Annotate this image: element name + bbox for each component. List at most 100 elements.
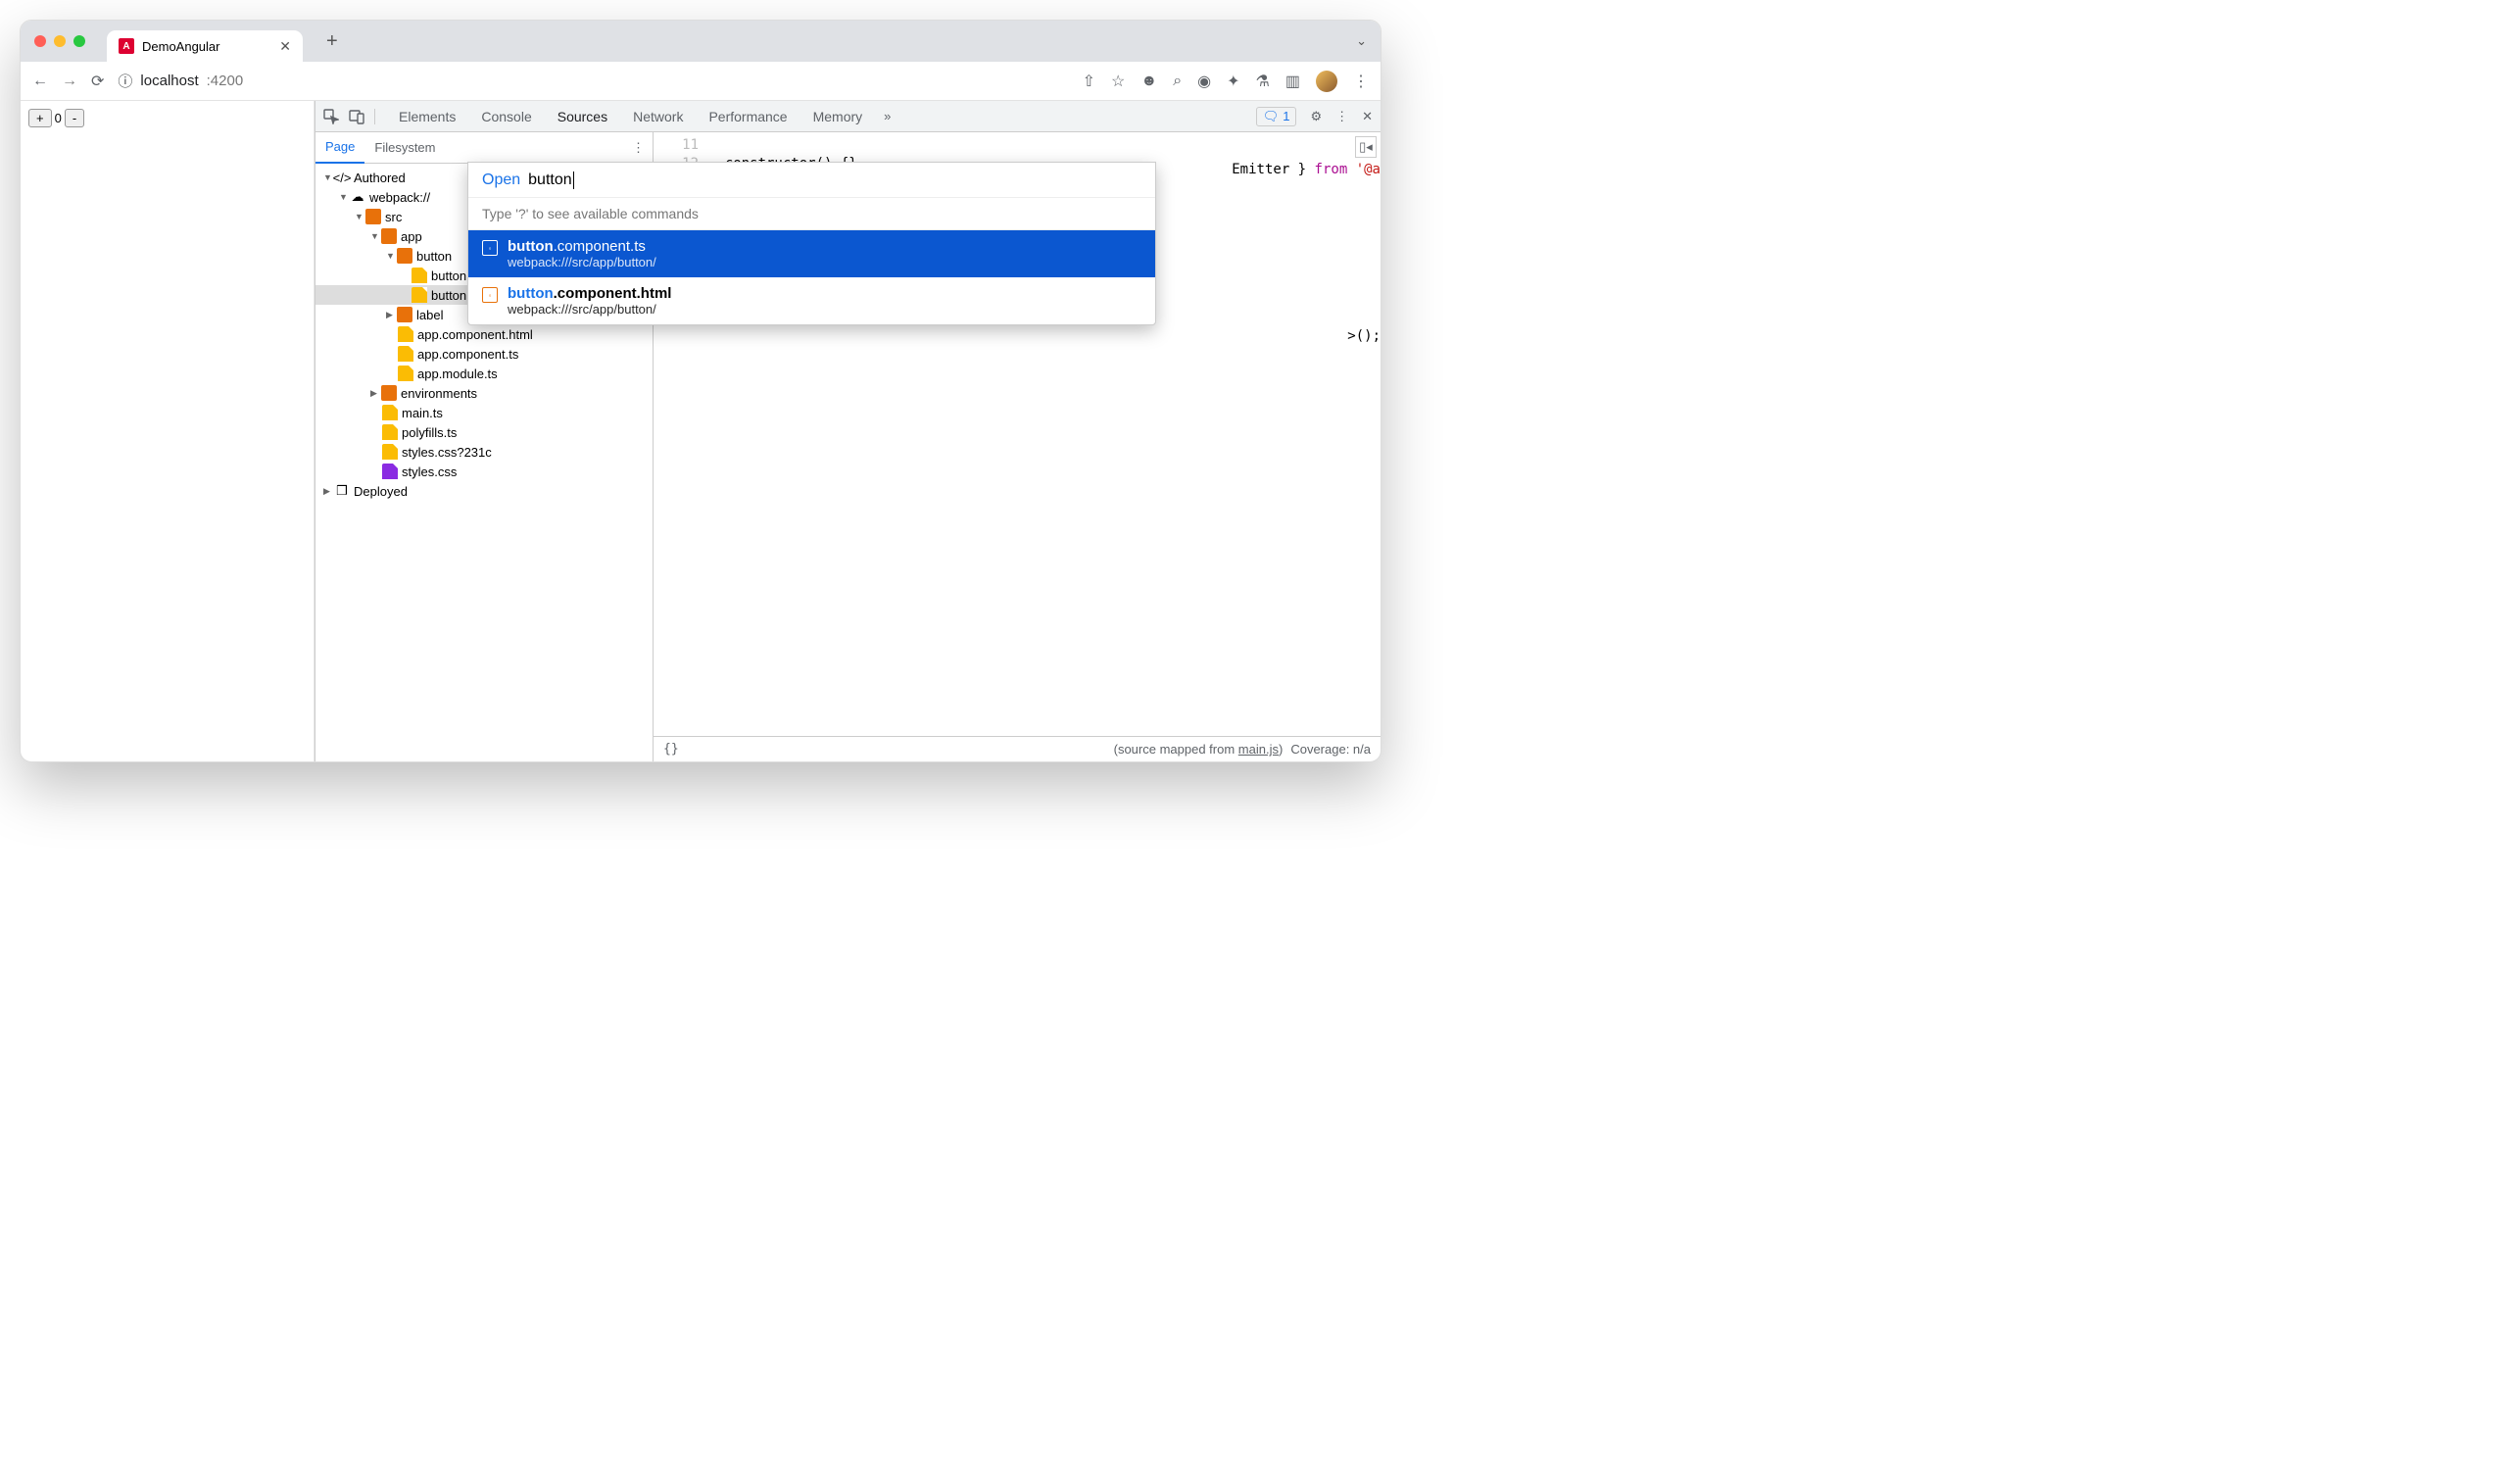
- url-port: :4200: [207, 73, 244, 89]
- deployed-icon: ❒: [334, 483, 350, 499]
- folder-icon: [397, 248, 412, 264]
- decrement-button[interactable]: -: [65, 109, 84, 127]
- tree-styles[interactable]: styles.css: [315, 462, 653, 481]
- tree-main[interactable]: main.ts: [315, 403, 653, 422]
- file-icon: [412, 287, 427, 303]
- navigator-more-button[interactable]: ⋮: [632, 140, 653, 156]
- inspect-element-icon[interactable]: [323, 109, 339, 124]
- file-icon: [398, 366, 413, 381]
- sources-panes: Page Filesystem ⋮ ▼</>Authored ▼☁webpack…: [315, 132, 1381, 761]
- devtools-tabbar: Elements Console Sources Network Perform…: [315, 101, 1381, 132]
- quick-open-dialog: Open button Type '?' to see available co…: [467, 162, 1156, 325]
- quick-open-input-row: Open button: [468, 163, 1155, 198]
- tab-elements[interactable]: Elements: [387, 102, 467, 131]
- tabs-menu-button[interactable]: ⌄: [1356, 33, 1367, 49]
- extension-icon-3[interactable]: ◉: [1197, 72, 1211, 91]
- file-icon: [382, 424, 398, 440]
- rendered-page: + 0 -: [21, 101, 315, 761]
- tree-app-ts[interactable]: app.component.ts: [315, 344, 653, 364]
- tab-console[interactable]: Console: [469, 102, 543, 131]
- code-fragment-mid: >();: [1347, 328, 1381, 344]
- devtools-panel: Elements Console Sources Network Perform…: [315, 101, 1381, 761]
- issues-icon: 🗨: [1263, 109, 1280, 124]
- address-bar: ← → ⟳ ⓘ localhost :4200 ⇧ ☆ ☻ ⌕ ◉ ✦ ⚗ ▥ ⋮: [21, 62, 1381, 101]
- issues-button[interactable]: 🗨 1: [1256, 107, 1297, 126]
- traffic-lights: [34, 35, 85, 47]
- quick-open-prompt: Open: [482, 171, 520, 189]
- file-icon: [398, 326, 413, 342]
- side-panel-icon[interactable]: ▥: [1285, 72, 1300, 91]
- new-tab-button[interactable]: +: [326, 30, 338, 53]
- script-file-icon: ◦: [482, 240, 498, 256]
- quick-open-result-0[interactable]: ◦ button.component.ts webpack:///src/app…: [468, 230, 1155, 277]
- chrome-menu-button[interactable]: ⋮: [1353, 72, 1369, 91]
- file-icon: [412, 268, 427, 283]
- extension-icon-1[interactable]: ☻: [1140, 73, 1157, 90]
- reload-button[interactable]: ⟳: [91, 72, 104, 91]
- angular-favicon: A: [119, 38, 134, 54]
- folder-icon: [381, 228, 397, 244]
- navigator-tab-page[interactable]: Page: [315, 132, 364, 164]
- navigator-tabs: Page Filesystem ⋮: [315, 132, 653, 164]
- navigator-tab-filesystem[interactable]: Filesystem: [364, 132, 445, 163]
- url-field[interactable]: ⓘ localhost :4200: [118, 71, 243, 91]
- cloud-icon: ☁: [350, 189, 365, 205]
- devtools-close-button[interactable]: ✕: [1362, 109, 1373, 124]
- close-window-button[interactable]: [34, 35, 46, 47]
- folder-icon: [365, 209, 381, 224]
- browser-tab[interactable]: A DemoAngular ✕: [107, 30, 303, 62]
- code-fragment-top: Emitter } from '@a: [1232, 162, 1381, 177]
- labs-icon[interactable]: ⚗: [1256, 72, 1270, 91]
- code-icon: </>: [334, 170, 350, 185]
- devtools-menu-button[interactable]: ⋮: [1335, 109, 1348, 124]
- site-info-icon[interactable]: ⓘ: [118, 71, 132, 91]
- tree-env[interactable]: ▶environments: [315, 383, 653, 403]
- back-button[interactable]: ←: [32, 73, 48, 90]
- tree-deployed[interactable]: ▶❒Deployed: [315, 481, 653, 501]
- source-map-info: (source mapped from main.js): [1114, 742, 1284, 757]
- tab-network[interactable]: Network: [621, 102, 695, 131]
- file-icon: [398, 346, 413, 362]
- quick-open-input[interactable]: button: [528, 171, 573, 189]
- coverage-info: Coverage: n/a: [1290, 742, 1371, 757]
- tree-app-module[interactable]: app.module.ts: [315, 364, 653, 383]
- content-area: + 0 - Elements Console Sources Ne: [21, 101, 1381, 761]
- more-tabs-button[interactable]: »: [876, 109, 898, 123]
- issues-count: 1: [1283, 109, 1289, 123]
- share-icon[interactable]: ⇧: [1083, 72, 1095, 91]
- tab-sources[interactable]: Sources: [546, 102, 619, 131]
- maximize-window-button[interactable]: [73, 35, 85, 47]
- source-map-link[interactable]: main.js: [1238, 742, 1279, 757]
- toolbar-actions: ⇧ ☆ ☻ ⌕ ◉ ✦ ⚗ ▥ ⋮: [1083, 71, 1369, 92]
- folder-icon: [381, 385, 397, 401]
- minimize-window-button[interactable]: [54, 35, 66, 47]
- url-host: localhost: [140, 73, 198, 89]
- device-toolbar-icon[interactable]: [349, 109, 364, 124]
- folder-icon: [397, 307, 412, 322]
- settings-icon[interactable]: ⚙: [1310, 109, 1322, 124]
- tab-title: DemoAngular: [142, 39, 220, 54]
- counter-controls: + 0 -: [28, 109, 306, 127]
- file-icon: [382, 464, 398, 479]
- tree-app-html[interactable]: app.component.html: [315, 324, 653, 344]
- file-icon: [382, 405, 398, 420]
- browser-window: A DemoAngular ✕ + ⌄ ← → ⟳ ⓘ localhost :42…: [20, 20, 1381, 762]
- profile-avatar[interactable]: [1316, 71, 1337, 92]
- tree-polyfills[interactable]: polyfills.ts: [315, 422, 653, 442]
- bookmark-icon[interactable]: ☆: [1111, 72, 1125, 91]
- quick-open-hint: Type '?' to see available commands: [468, 198, 1155, 230]
- extension-icon-2[interactable]: ⌕: [1173, 73, 1182, 90]
- show-debugger-button[interactable]: ▯◂: [1355, 136, 1377, 158]
- tab-performance[interactable]: Performance: [697, 102, 799, 131]
- tree-styles-q[interactable]: styles.css?231c: [315, 442, 653, 462]
- counter-value: 0: [55, 111, 62, 125]
- increment-button[interactable]: +: [28, 109, 52, 127]
- file-icon: [382, 444, 398, 460]
- pretty-print-button[interactable]: {}: [663, 742, 679, 757]
- tab-close-button[interactable]: ✕: [279, 38, 291, 55]
- extensions-icon[interactable]: ✦: [1227, 72, 1239, 91]
- titlebar: A DemoAngular ✕ + ⌄: [21, 21, 1381, 62]
- forward-button[interactable]: →: [62, 73, 77, 90]
- quick-open-result-1[interactable]: ◦ button.component.html webpack:///src/a…: [468, 277, 1155, 324]
- tab-memory[interactable]: Memory: [801, 102, 875, 131]
